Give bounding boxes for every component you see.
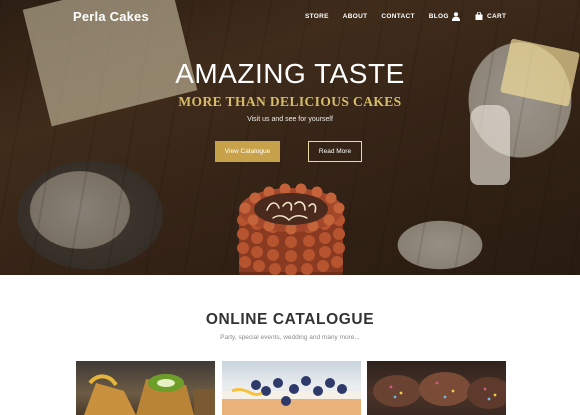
top-navigation: Perla Cakes STORE ABOUT CONTACT BLOG CAR…	[0, 0, 580, 34]
nav-item-contact[interactable]: CONTACT	[381, 13, 414, 20]
nav-item-about[interactable]: ABOUT	[343, 13, 368, 20]
hero-banner: Perla Cakes STORE ABOUT CONTACT BLOG CAR…	[0, 0, 580, 275]
read-more-button[interactable]: Read More	[308, 141, 362, 162]
catalogue-subtitle: Party, special events, wedding and many …	[220, 334, 360, 341]
catalogue-item-chocolate-cupcakes[interactable]	[367, 361, 506, 415]
cart-button[interactable]: CART	[475, 12, 506, 20]
catalogue-item-kiwi-pastries[interactable]	[76, 361, 215, 415]
shopping-bag-icon	[475, 12, 483, 20]
birthday-cake-image	[237, 183, 345, 275]
chocolate-cupcake-image	[373, 372, 506, 409]
view-catalogue-button[interactable]: View Catalogue	[215, 141, 280, 162]
user-icon[interactable]	[452, 12, 460, 21]
kiwi-pastry-image	[84, 374, 215, 415]
cart-label: CART	[487, 12, 507, 20]
nav-item-blog[interactable]: BLOG	[429, 13, 449, 20]
nav-item-store[interactable]: STORE	[305, 13, 329, 20]
hero-tagline: Visit us and see for yourself	[247, 116, 333, 123]
hero-headline: AMAZING TASTE	[175, 58, 405, 89]
catalogue-heading: ONLINE CATALOGUE	[205, 311, 375, 328]
catalogue-item-blueberry-cake[interactable]	[222, 361, 361, 415]
main-menu: STORE ABOUT CONTACT BLOG	[305, 13, 463, 20]
brand-logo[interactable]: Perla Cakes	[73, 9, 149, 24]
blueberry-cake-image	[222, 376, 361, 415]
hero-subheadline: MORE THAN DELICIOUS CAKES	[178, 94, 402, 109]
